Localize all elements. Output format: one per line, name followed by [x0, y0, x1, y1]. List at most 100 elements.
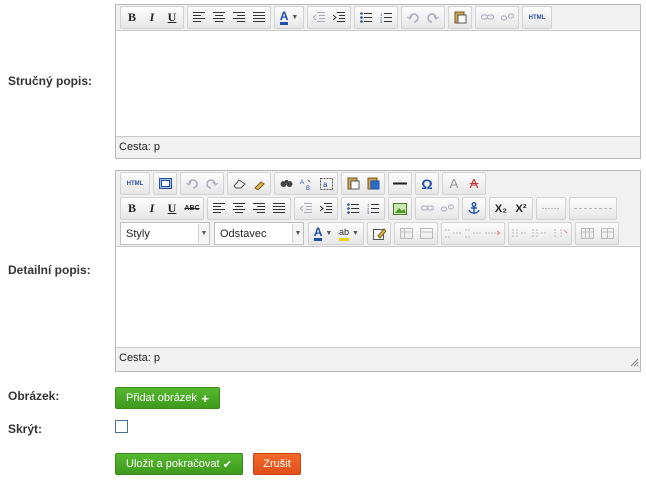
col-delete-icon[interactable]	[550, 224, 570, 243]
row-after-icon[interactable]	[463, 224, 483, 243]
editor1-toolbar: B I U A ▼ 123 HTML	[116, 5, 640, 30]
status-path-text: Cesta: p	[119, 352, 160, 364]
bold-button[interactable]: B	[122, 8, 142, 27]
text-color-icon[interactable]: A ▼	[310, 224, 336, 243]
add-image-label: Přidat obrázek	[126, 392, 197, 404]
align-left-icon[interactable]	[209, 199, 229, 218]
subscript-button[interactable]: X₂	[491, 199, 511, 218]
remove-style-icon[interactable]: A	[464, 174, 484, 193]
strikethrough-button[interactable]: ABC	[182, 199, 202, 218]
outdent-icon[interactable]	[309, 8, 329, 27]
chevron-down-icon: ▼	[292, 224, 303, 243]
align-left-icon[interactable]	[189, 8, 209, 27]
redo-icon[interactable]	[423, 8, 443, 27]
save-continue-button[interactable]: Uložit a pokračovat ✔	[115, 453, 243, 475]
paste-icon[interactable]	[450, 8, 470, 27]
paste-text-icon[interactable]	[343, 174, 363, 193]
quote-icon[interactable]	[538, 199, 564, 218]
undo-icon[interactable]	[182, 174, 202, 193]
underline-button[interactable]: U	[162, 8, 182, 27]
hide-label: Skrýt:	[8, 422, 43, 436]
row-delete-icon[interactable]	[483, 224, 503, 243]
editor2-toolbar-row3: Styly ▼ Odstavec ▼ A ▼ ab ▼	[116, 221, 640, 246]
detail-description-editor: HTML AB a Ω A A B I U ABC 1 2 3 X₂ X² St…	[115, 170, 641, 372]
paste-word-icon[interactable]	[363, 174, 383, 193]
indent-icon[interactable]	[329, 8, 349, 27]
plus-icon: +	[201, 390, 209, 406]
detail-description-label: Detailní popis:	[8, 263, 91, 277]
editor2-status-path: Cesta: p	[116, 348, 640, 368]
superscript-button[interactable]: X²	[511, 199, 531, 218]
svg-text:3: 3	[367, 210, 370, 214]
numbered-list-icon[interactable]: 123	[376, 8, 396, 27]
chevron-down-icon: ▼	[198, 224, 209, 243]
checkmark-icon: ✔	[222, 458, 232, 471]
editor2-toolbar-row1: HTML AB a Ω A A	[116, 171, 640, 196]
italic-button[interactable]: I	[142, 8, 162, 27]
styles-dropdown[interactable]: Styly ▼	[120, 222, 210, 245]
image-insert-icon[interactable]	[390, 199, 410, 218]
cell-split-icon[interactable]	[597, 224, 617, 243]
row-insert-icon[interactable]	[443, 224, 463, 243]
short-description-label: Stručný popis:	[8, 74, 93, 88]
short-description-editor: B I U A ▼ 123 HTML Cesta: p	[115, 4, 641, 159]
underline-button[interactable]: U	[162, 199, 182, 218]
align-justify-icon[interactable]	[249, 8, 269, 27]
add-image-button[interactable]: Přidat obrázek +	[115, 387, 220, 409]
align-justify-icon[interactable]	[269, 199, 289, 218]
svg-text:3: 3	[380, 19, 383, 23]
align-right-icon[interactable]	[249, 199, 269, 218]
cancel-button[interactable]: Zrušit	[253, 453, 301, 475]
table-icon[interactable]	[396, 224, 416, 243]
align-right-icon[interactable]	[229, 8, 249, 27]
text-color-icon[interactable]: A ▼	[276, 8, 302, 27]
align-center-icon[interactable]	[209, 8, 229, 27]
text-style-icon[interactable]: A	[444, 174, 464, 193]
html-source-icon[interactable]: HTML	[122, 174, 148, 193]
col-after-icon[interactable]	[530, 224, 550, 243]
abbr-icon[interactable]	[571, 199, 615, 218]
special-char-icon[interactable]: Ω	[417, 174, 437, 193]
edit-icon[interactable]	[369, 224, 389, 243]
format-dropdown[interactable]: Odstavec ▼	[214, 222, 304, 245]
anchor-icon[interactable]	[464, 199, 484, 218]
editor1-status-path: Cesta: p	[116, 137, 640, 157]
horizontal-rule-icon[interactable]	[390, 174, 410, 193]
align-center-icon[interactable]	[229, 199, 249, 218]
cancel-label: Zrušit	[263, 458, 291, 470]
unlink-icon[interactable]	[437, 199, 457, 218]
unlink-icon[interactable]	[497, 8, 517, 27]
hide-checkbox[interactable]	[115, 420, 128, 433]
col-insert-icon[interactable]	[510, 224, 530, 243]
link-icon[interactable]	[477, 8, 497, 27]
highlight-color-icon[interactable]: ab ▼	[336, 224, 362, 243]
svg-text:B: B	[306, 186, 310, 190]
resize-grip-icon[interactable]	[629, 357, 639, 367]
save-continue-label: Uložit a pokračovat	[126, 458, 220, 470]
bullet-list-icon[interactable]	[356, 8, 376, 27]
find-icon[interactable]	[276, 174, 296, 193]
replace-icon[interactable]: AB	[296, 174, 316, 193]
detail-description-textarea[interactable]	[116, 246, 640, 348]
fullscreen-icon[interactable]	[155, 174, 175, 193]
bullet-list-icon[interactable]	[343, 199, 363, 218]
eraser-icon[interactable]	[229, 174, 249, 193]
html-source-icon[interactable]: HTML	[524, 8, 550, 27]
image-label: Obrázek:	[8, 389, 60, 403]
editor2-toolbar-row2: B I U ABC 123 X₂ X²	[116, 196, 640, 221]
redo-icon[interactable]	[202, 174, 222, 193]
outdent-icon[interactable]	[296, 199, 316, 218]
svg-text:A: A	[300, 180, 304, 186]
select-all-icon[interactable]: a	[316, 174, 336, 193]
link-icon[interactable]	[417, 199, 437, 218]
undo-icon[interactable]	[403, 8, 423, 27]
italic-button[interactable]: I	[142, 199, 162, 218]
indent-icon[interactable]	[316, 199, 336, 218]
svg-text:a: a	[323, 180, 328, 189]
numbered-list-icon[interactable]: 123	[363, 199, 383, 218]
format-painter-icon[interactable]	[249, 174, 269, 193]
table-props-icon[interactable]	[416, 224, 436, 243]
cell-merge-icon[interactable]	[577, 224, 597, 243]
short-description-textarea[interactable]	[116, 30, 640, 137]
bold-button[interactable]: B	[122, 199, 142, 218]
